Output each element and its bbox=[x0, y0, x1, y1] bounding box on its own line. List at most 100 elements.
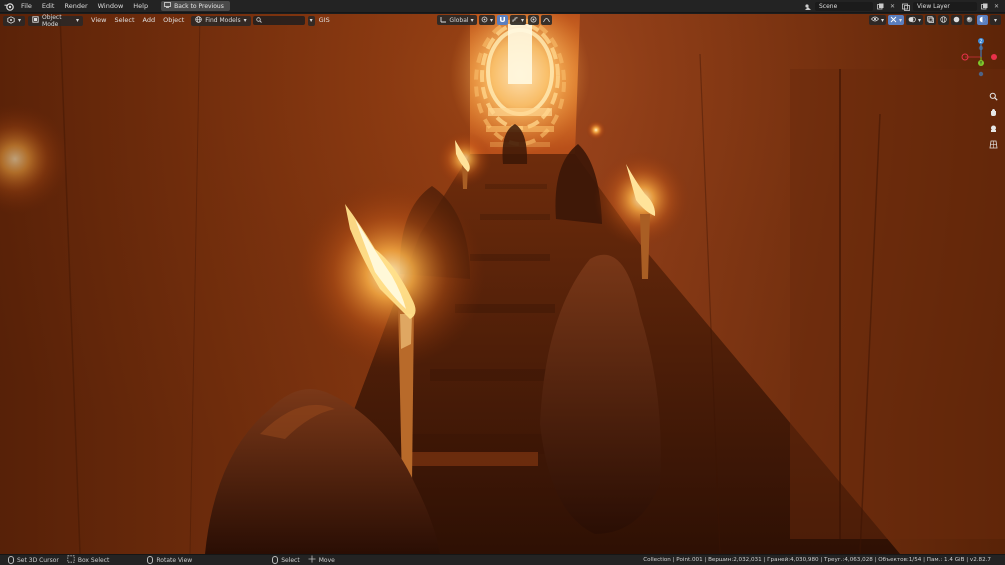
editor-type-selector[interactable]: ▾ bbox=[3, 15, 26, 26]
object-visibility-selector[interactable]: ▾ bbox=[868, 15, 886, 25]
menu-help[interactable]: Help bbox=[128, 0, 153, 13]
blender-logo-icon[interactable] bbox=[2, 0, 16, 13]
navigation-gizmo[interactable]: Z Y bbox=[961, 36, 997, 86]
object-mode-icon bbox=[32, 16, 39, 25]
status-set-3d-cursor: Set 3D Cursor bbox=[8, 556, 59, 564]
screen-icon bbox=[164, 2, 171, 10]
snap-toggle[interactable] bbox=[497, 15, 509, 25]
chevron-down-icon: ▾ bbox=[880, 16, 884, 24]
search-icon bbox=[255, 16, 262, 25]
menu-select[interactable]: Select bbox=[110, 14, 138, 27]
eye-icon bbox=[870, 16, 879, 24]
box-select-icon bbox=[67, 555, 75, 565]
transform-tools: Global ▾ ▾ ▾ bbox=[437, 15, 553, 25]
close-view-layer-icon[interactable]: ✕ bbox=[992, 2, 1001, 11]
find-models-label: Find Models bbox=[205, 17, 241, 24]
find-models-button[interactable]: Find Models ▾ bbox=[191, 15, 251, 26]
mouse-right-click-icon bbox=[272, 556, 279, 564]
wireframe-sphere-icon bbox=[940, 15, 947, 25]
scene-name-field[interactable]: Scene bbox=[815, 2, 873, 11]
move-icon bbox=[308, 555, 316, 565]
menu-edit[interactable]: Edit bbox=[37, 0, 60, 13]
material-sphere-icon bbox=[966, 16, 973, 25]
viewport-navigation-buttons bbox=[987, 90, 999, 150]
3d-viewport[interactable]: Z Y bbox=[0, 14, 1005, 554]
zoom-icon[interactable] bbox=[987, 90, 999, 102]
shading-wireframe-button[interactable] bbox=[938, 15, 949, 25]
status-box-select: Box Select bbox=[67, 555, 110, 565]
transform-orientation-selector[interactable]: Global ▾ bbox=[437, 15, 477, 25]
scene-icon bbox=[803, 2, 812, 11]
chevron-down-icon: ▾ bbox=[993, 16, 997, 24]
xray-icon bbox=[927, 15, 934, 25]
chevron-down-icon: ▾ bbox=[490, 16, 494, 24]
mouse-left-click-icon bbox=[8, 556, 14, 564]
shading-options-button[interactable]: ▾ bbox=[990, 15, 1001, 25]
chevron-down-icon: ▾ bbox=[76, 17, 80, 24]
workspace-selectors: Scene ✕ View Layer ✕ bbox=[803, 0, 1005, 13]
viewport-header: ▾ Object Mode ▾ View Select Add Object F… bbox=[0, 13, 1005, 28]
svg-text:Y: Y bbox=[979, 61, 983, 66]
orientation-label: Global bbox=[449, 16, 469, 24]
rendered-scene bbox=[0, 14, 1005, 554]
view-layer-selector[interactable]: View Layer ✕ bbox=[901, 2, 1001, 12]
orientation-axes-icon bbox=[440, 16, 447, 25]
status-box-select-label: Box Select bbox=[77, 556, 110, 564]
top-menu-bar: File Edit Render Window Help Back to Pre… bbox=[0, 0, 1005, 13]
status-move: Move bbox=[308, 555, 335, 565]
gizmo-icon bbox=[890, 16, 897, 25]
x-axis-handle bbox=[991, 54, 997, 60]
rendered-sphere-icon bbox=[979, 16, 986, 25]
mouse-middle-click-icon bbox=[147, 556, 154, 564]
menu-object[interactable]: Object bbox=[159, 14, 188, 27]
status-move-label: Move bbox=[318, 556, 335, 564]
close-scene-icon[interactable]: ✕ bbox=[888, 2, 897, 11]
menu-file[interactable]: File bbox=[16, 0, 37, 13]
snap-element-selector[interactable]: ▾ bbox=[510, 15, 527, 25]
gizmo-toggle[interactable]: ▾ bbox=[887, 15, 904, 25]
status-select: Select bbox=[272, 556, 300, 564]
scene-statistics: Collection | Point.001 | Вершин:2,032,03… bbox=[643, 557, 991, 563]
pivot-point-selector[interactable]: ▾ bbox=[479, 15, 496, 25]
pan-hand-icon[interactable] bbox=[987, 106, 999, 118]
magnet-icon bbox=[499, 16, 506, 25]
globe-icon bbox=[195, 16, 202, 25]
status-rotate-view: Rotate View bbox=[147, 556, 192, 564]
copy-scene-icon[interactable] bbox=[876, 2, 885, 11]
mode-selector[interactable]: Object Mode ▾ bbox=[28, 13, 84, 28]
copy-view-layer-icon[interactable] bbox=[980, 2, 989, 11]
back-to-previous-label: Back to Previous bbox=[174, 2, 224, 10]
chevron-down-icon: ▾ bbox=[18, 17, 22, 24]
xray-toggle[interactable] bbox=[925, 15, 936, 25]
back-to-previous-button[interactable]: Back to Previous bbox=[161, 1, 230, 11]
view-layer-icon bbox=[901, 2, 910, 11]
search-dropdown-button[interactable]: ▾ bbox=[307, 15, 315, 26]
menu-add[interactable]: Add bbox=[139, 14, 160, 27]
chevron-down-icon: ▾ bbox=[898, 16, 902, 24]
chevron-down-icon: ▾ bbox=[521, 16, 525, 24]
shading-material-button[interactable] bbox=[964, 15, 975, 25]
viewport-display-tools: ▾ ▾ ▾ ▾ bbox=[868, 15, 1001, 25]
search-input[interactable] bbox=[252, 16, 305, 25]
svg-text:Z: Z bbox=[980, 39, 983, 44]
mode-label: Object Mode bbox=[42, 13, 62, 28]
chevron-down-icon: ▾ bbox=[309, 17, 313, 24]
scene-selector[interactable]: Scene ✕ bbox=[803, 2, 897, 12]
gis-menu[interactable]: GIS bbox=[315, 14, 334, 27]
shading-solid-button[interactable] bbox=[951, 15, 962, 25]
menu-render[interactable]: Render bbox=[59, 0, 92, 13]
view-layer-name-field[interactable]: View Layer bbox=[913, 2, 977, 11]
pivot-icon bbox=[481, 16, 488, 25]
chevron-down-icon: ▾ bbox=[243, 17, 247, 24]
camera-view-icon[interactable] bbox=[987, 122, 999, 134]
overlays-toggle[interactable]: ▾ bbox=[905, 15, 923, 25]
proportional-editing-icon bbox=[530, 16, 537, 25]
menu-view[interactable]: View bbox=[87, 14, 110, 27]
proportional-editing-toggle[interactable] bbox=[528, 15, 540, 25]
grid-perspective-icon[interactable] bbox=[987, 138, 999, 150]
falloff-selector[interactable] bbox=[541, 15, 553, 25]
menu-window[interactable]: Window bbox=[93, 0, 129, 13]
snap-increment-icon bbox=[512, 16, 519, 25]
status-select-label: Select bbox=[281, 556, 300, 564]
shading-rendered-button[interactable] bbox=[977, 15, 988, 25]
